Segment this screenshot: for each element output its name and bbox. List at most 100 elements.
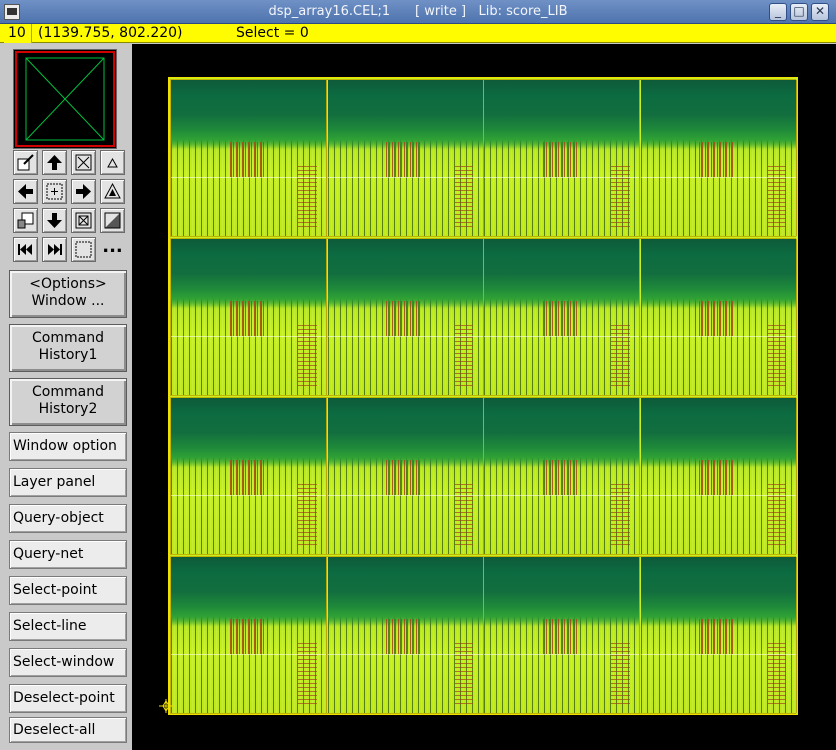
layout-cell — [171, 557, 327, 713]
chip-layout — [168, 77, 798, 715]
zoom-in-icon[interactable] — [100, 179, 125, 204]
layout-cell — [640, 239, 797, 395]
options-window-button[interactable]: <Options> Window ... — [9, 270, 127, 318]
cell-texture — [484, 176, 639, 178]
status-count: 10 — [4, 24, 32, 43]
layer-panel-button[interactable]: Layer panel — [9, 468, 127, 497]
layout-canvas[interactable] — [132, 44, 836, 750]
cell-texture — [171, 653, 326, 655]
deselect-all-button[interactable]: Deselect-all — [9, 717, 127, 743]
zoom-in-small-icon[interactable] — [100, 150, 125, 175]
cell-texture — [542, 460, 577, 495]
options-window-line1: <Options> — [29, 276, 107, 292]
layout-row — [170, 238, 797, 396]
select-line-button[interactable]: Select-line — [9, 612, 127, 641]
pan-left-icon[interactable] — [13, 179, 38, 204]
cell-texture — [611, 642, 630, 706]
cell-texture — [542, 619, 577, 654]
cell-texture — [327, 494, 483, 496]
cell-texture — [611, 483, 630, 547]
cell-texture — [699, 619, 734, 654]
maximize-button[interactable]: □ — [790, 3, 808, 21]
layout-cell — [484, 239, 640, 395]
close-button[interactable]: ✕ — [811, 3, 829, 21]
layout-cell — [640, 80, 797, 236]
layout-cell — [484, 80, 640, 236]
pan-up-icon[interactable] — [42, 150, 67, 175]
cell-texture — [542, 142, 577, 177]
window-icon[interactable] — [71, 237, 96, 262]
cell-texture — [386, 619, 421, 654]
layout-row — [170, 397, 797, 555]
cell-texture — [640, 494, 796, 496]
window-option-button[interactable]: Window option — [9, 432, 127, 461]
select-point-button[interactable]: Select-point — [9, 576, 127, 605]
window-title: dsp_array16.CEL;1 [ write ] Lib: score_L… — [268, 4, 568, 19]
layout-row — [170, 79, 797, 237]
layout-cell — [327, 239, 484, 395]
deselect-point-button[interactable]: Deselect-point — [9, 684, 127, 713]
cell-texture — [229, 460, 264, 495]
pan-down-icon[interactable] — [42, 208, 67, 233]
command-history1-line2: History1 — [38, 347, 98, 363]
origin-marker-icon — [159, 699, 173, 713]
layout-cell — [327, 398, 484, 554]
pan-right-icon[interactable] — [71, 179, 96, 204]
cell-texture — [454, 642, 474, 706]
selection-count: Select = 0 — [236, 25, 309, 41]
overview-map[interactable] — [13, 49, 117, 149]
select-window-button[interactable]: Select-window — [9, 648, 127, 677]
query-net-button[interactable]: Query-net — [9, 540, 127, 569]
last-icon[interactable] — [42, 237, 67, 262]
cell-texture — [699, 301, 734, 336]
cell-texture — [640, 176, 796, 178]
minimize-button[interactable]: _ — [769, 3, 787, 21]
cell-texture — [298, 483, 317, 547]
cursor-coordinates: (1139.755, 802.220) — [38, 25, 183, 41]
center-icon[interactable] — [42, 179, 67, 204]
cell-texture — [386, 460, 421, 495]
more-icon[interactable]: ... — [100, 237, 125, 262]
layout-cell — [327, 557, 484, 713]
query-object-button[interactable]: Query-object — [9, 504, 127, 533]
cell-texture — [327, 335, 483, 337]
layout-cell — [171, 398, 327, 554]
cell-texture — [386, 142, 421, 177]
cell-texture — [767, 165, 787, 229]
cell-texture — [229, 142, 264, 177]
cell-texture — [640, 653, 796, 655]
layout-cell — [484, 398, 640, 554]
zoom-region-icon[interactable] — [13, 208, 38, 233]
cell-texture — [298, 165, 317, 229]
command-history2-button[interactable]: Command History2 — [9, 378, 127, 426]
tool-panel: ... <Options> Window ... Command History… — [0, 44, 132, 750]
cell-texture — [298, 642, 317, 706]
layout-cell — [327, 80, 484, 236]
zoom-select-icon[interactable] — [13, 150, 38, 175]
layout-cell — [640, 398, 797, 554]
layout-cell — [640, 557, 797, 713]
cell-texture — [542, 301, 577, 336]
cell-texture — [229, 301, 264, 336]
zoom-out-icon[interactable] — [100, 208, 125, 233]
cell-texture — [386, 301, 421, 336]
first-icon[interactable] — [13, 237, 38, 262]
command-history1-button[interactable]: Command History1 — [9, 324, 127, 372]
layout-cell — [484, 557, 640, 713]
layout-row — [170, 556, 797, 714]
cell-texture — [611, 165, 630, 229]
cell-texture — [454, 324, 474, 388]
command-history2-line1: Command — [32, 384, 104, 400]
cell-texture — [484, 653, 639, 655]
status-bar: 10 (1139.755, 802.220) Select = 0 — [0, 24, 836, 43]
title-bar: dsp_array16.CEL;1 [ write ] Lib: score_L… — [0, 0, 836, 24]
redraw-icon[interactable] — [71, 208, 96, 233]
fit-icon[interactable] — [71, 150, 96, 175]
cell-texture — [484, 335, 639, 337]
cell-texture — [640, 335, 796, 337]
cell-texture — [767, 483, 787, 547]
cell-texture — [298, 324, 317, 388]
layout-cell — [171, 239, 327, 395]
cell-texture — [171, 176, 326, 178]
cell-texture — [454, 165, 474, 229]
